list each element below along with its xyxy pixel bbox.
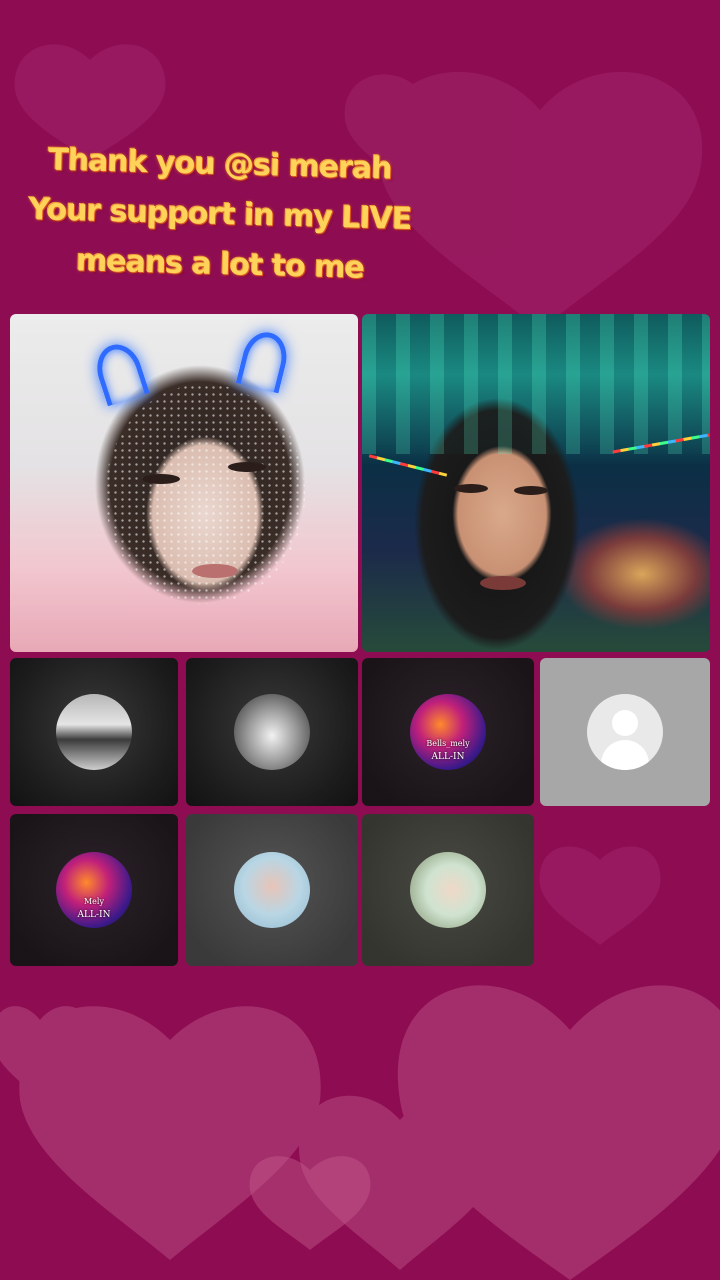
cat-avatar [234, 694, 310, 770]
car-avatar [56, 694, 132, 770]
guest-tile-3[interactable] [10, 658, 178, 806]
cat-ear-filter-right [235, 327, 293, 394]
phoenix-girl-avatar: Mely ALL-IN [56, 852, 132, 928]
avatar-caption: ALL-IN [77, 910, 111, 920]
guest-tile-5[interactable]: Bells_mely ALL-IN [362, 658, 534, 806]
guest-tile-6[interactable] [540, 658, 710, 806]
guest-tile-4[interactable] [186, 658, 358, 806]
default-avatar-body [601, 740, 649, 770]
photo-avatar [410, 852, 486, 928]
face-mouth [480, 576, 526, 590]
avatar-caption-top: Bells_mely [426, 739, 470, 748]
thank-you-banner: Thank you @si merah Your support in my L… [20, 140, 420, 290]
face-eye-right [514, 486, 548, 495]
guest-video-2[interactable] [362, 314, 710, 652]
avatar-caption: ALL-IN [431, 752, 465, 762]
guest-video-1[interactable] [10, 314, 358, 652]
phoenix-avatar: Bells_mely ALL-IN [410, 694, 486, 770]
guest-tile-8[interactable] [186, 814, 358, 966]
aurora-background [362, 314, 710, 454]
selfie-avatar [234, 852, 310, 928]
banner-line-3: means a lot to me [75, 243, 365, 286]
face-eye-right [228, 462, 266, 472]
face-eye-left [142, 474, 180, 484]
guest-tile-7[interactable]: Mely ALL-IN [10, 814, 178, 966]
face-mouth [192, 564, 238, 578]
cat-ear-filter-left [90, 338, 150, 407]
string-lights-left [368, 454, 448, 477]
default-avatar-head [612, 710, 638, 736]
avatar-caption-top: Mely [83, 897, 104, 906]
guest-tile-9[interactable] [362, 814, 534, 966]
default-user-avatar [587, 694, 663, 770]
face-eye-left [454, 484, 488, 493]
